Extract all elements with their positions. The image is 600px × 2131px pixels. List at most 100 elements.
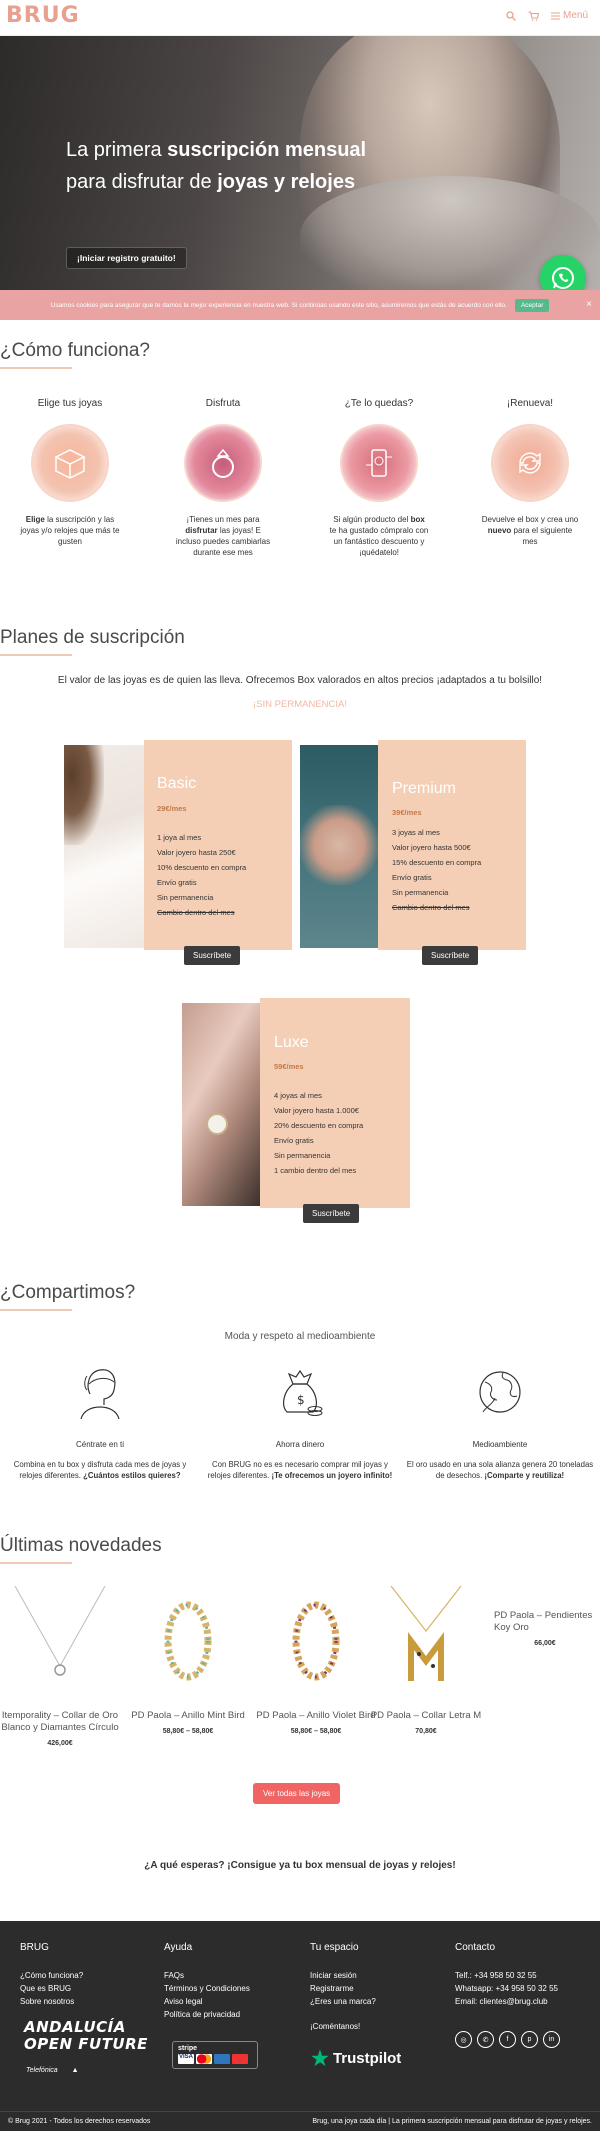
divider (0, 1562, 72, 1564)
footer-link[interactable]: FAQs (164, 1969, 250, 1982)
visa-icon: VISA (178, 2054, 194, 2064)
share-col-text: Con BRUG no es es necesario comprar mil … (205, 1459, 395, 1481)
search-icon[interactable] (506, 10, 516, 21)
subscribe-premium-button[interactable]: Suscríbete (422, 946, 479, 965)
plan-features: 1 joya al mes Valor joyero hasta 250€ 10… (157, 830, 246, 920)
social-links: ◎ ✆ f p in (455, 2031, 560, 2048)
cart-icon[interactable] (528, 10, 539, 21)
product-name[interactable]: PD Paola – Collar Letra M (366, 1710, 486, 1722)
subscribe-basic-button[interactable]: Suscríbete (184, 946, 241, 965)
product-card[interactable]: Itemporality – Collar de Oro Blanco y Di… (0, 1586, 120, 1747)
product-card[interactable]: PD Paola – Anillo Mint Bird 58,80€ – 58,… (128, 1586, 248, 1735)
hero-title-part: para disfrutar de (66, 171, 218, 193)
plan-feature: 4 joyas al mes (274, 1091, 322, 1100)
menu-button[interactable]: Menú (550, 10, 588, 21)
footer-tagline: Brug, una joya cada día | La primera sus… (312, 2118, 592, 2125)
product-image-letter-m[interactable] (366, 1586, 486, 1696)
step-text: Devuelve el box y crea uno nuevo para el… (480, 514, 580, 547)
footer-col-brug: BRUG ¿Cómo funciona? Que es BRUG Sobre n… (20, 1941, 83, 2008)
trustpilot-label: Trustpilot (332, 2050, 402, 2067)
product-name[interactable]: PD Paola – Anillo Violet Bird (256, 1710, 376, 1722)
plan-feature: Sin permanencia (274, 1151, 331, 1160)
product-card[interactable]: PD Paola – Pendientes Koy Oro 66,00€ (490, 1586, 600, 1647)
share-col-bold: ¡Te ofrecemos un joyero infinito! (271, 1471, 393, 1480)
stripe-logo: stripe (178, 2045, 198, 2052)
footer-link[interactable]: Email: clientes@brug.club (455, 1995, 558, 2008)
footer-link[interactable]: Telf.: +34 958 50 32 55 (455, 1969, 558, 1982)
plans-intro: El valor de las joyas es de quien las ll… (57, 675, 543, 686)
subscribe-luxe-button[interactable]: Suscríbete (303, 1204, 360, 1223)
product-price: 66,00€ (534, 1640, 556, 1647)
amex-icon (214, 2054, 230, 2064)
product-image-necklace[interactable] (0, 1586, 120, 1696)
divider (0, 1309, 72, 1311)
cookie-accept-button[interactable]: Aceptar (514, 298, 550, 312)
share-col-text: El oro usado en una sola alianza genera … (405, 1459, 595, 1481)
hero-title-part: La primera (66, 139, 168, 161)
step-card: ¡Renueva! Devuelve el box y crea uno nue… (460, 398, 600, 547)
share-col-bold: ¿Cuántos estilos quieres? (83, 1471, 181, 1480)
pinterest-icon[interactable]: p (521, 2031, 538, 2048)
step-title: Elige tus joyas (37, 398, 103, 409)
plan-feature: 10% descuento en compra (157, 863, 247, 872)
whatsapp-icon (552, 267, 574, 289)
plan-feature-unavailable: Cambio dentro del mes (157, 908, 235, 917)
product-name[interactable]: PD Paola – Pendientes Koy Oro (490, 1610, 600, 1634)
product-price: 58,80€ – 58,80€ (162, 1728, 214, 1735)
instagram-icon[interactable]: ◎ (455, 2031, 472, 2048)
product-image-ring-mint[interactable] (128, 1586, 248, 1696)
step-title: ¿Te lo quedas? (344, 398, 414, 409)
hero-title-bold: suscripción mensual (167, 139, 367, 161)
footer-link[interactable]: Iniciar sesión (310, 1969, 376, 1982)
product-card[interactable]: PD Paola – Anillo Violet Bird 58,80€ – 5… (256, 1586, 376, 1735)
plan-feature: 1 joya al mes (157, 833, 202, 842)
phone-shop-icon (340, 424, 418, 502)
plan-feature: Envío gratis (274, 1136, 314, 1145)
footer-col-contact: Contacto Telf.: +34 958 50 32 55 Whatsap… (455, 1941, 558, 2008)
step-text: ¡Tienes un mes para disfrutar las joyas!… (173, 514, 273, 558)
globe-icon (470, 1362, 530, 1422)
mastercard-icon (196, 2054, 212, 2064)
footer-link[interactable]: Registrarme (310, 1982, 376, 1995)
footer-link[interactable]: ¿Cómo funciona? (20, 1969, 83, 1982)
telefonica-logo: Telefónica (26, 2067, 58, 2074)
product-card[interactable]: PD Paola – Collar Letra M 70,80€ (366, 1586, 486, 1735)
plan-feature: Sin permanencia (392, 888, 449, 897)
hero-banner: La primera suscripción mensual para disf… (0, 36, 600, 290)
footer-link[interactable]: Términos y Condiciones (164, 1982, 250, 1995)
see-all-jewels-button[interactable]: Ver todas las joyas (253, 1783, 341, 1804)
star-icon: ★ (311, 2048, 329, 2070)
plan-feature: Sin permanencia (157, 893, 214, 902)
plan-name: Premium (392, 780, 457, 797)
product-price: 426,00€ (47, 1740, 73, 1747)
step-card: Elige tus joyas Elige la suscripción y l… (0, 398, 140, 547)
share-col-bold: ¡Comparte y reutiliza! (484, 1471, 565, 1480)
footer-link[interactable]: Política de privacidad (164, 2008, 250, 2021)
share-col-title: Céntrate en ti (75, 1440, 125, 1449)
product-name[interactable]: Itemporality – Collar de Oro Blanco y Di… (0, 1710, 120, 1734)
linkedin-icon[interactable]: in (543, 2031, 560, 2048)
footer-link[interactable]: Whatsapp: +34 958 50 32 55 (455, 1982, 558, 1995)
register-button[interactable]: ¡Iniciar registro gratuito! (66, 247, 187, 269)
partner-logos: Telefónica ▲ (26, 2067, 79, 2074)
close-icon[interactable]: × (586, 299, 592, 310)
product-name[interactable]: PD Paola – Anillo Mint Bird (128, 1710, 248, 1722)
whatsapp-icon[interactable]: ✆ (477, 2031, 494, 2048)
how-title: ¿Cómo funciona? (0, 340, 150, 361)
product-image-ring-violet[interactable] (256, 1586, 376, 1696)
footer-col-title: Contacto (455, 1942, 496, 1953)
copyright: © Brug 2021 - Todos los derechos reserva… (8, 2118, 151, 2125)
divider (0, 654, 72, 656)
step-text-body: para el siguiente mes (511, 526, 573, 546)
footer-link[interactable]: Sobre nosotros (20, 1995, 83, 2008)
brand-logo[interactable]: BRUG (6, 3, 80, 28)
footer-link[interactable]: ¿Eres una marca? (310, 1995, 376, 2008)
trustpilot-badge[interactable]: ★ Trustpilot (311, 2046, 401, 2071)
footer-link[interactable]: Que es BRUG (20, 1982, 83, 1995)
plan-luxe-photo (182, 1003, 260, 1206)
footer-link[interactable]: Aviso legal (164, 1995, 250, 2008)
facebook-icon[interactable]: f (499, 2031, 516, 2048)
product-price: 58,80€ – 58,80€ (290, 1728, 342, 1735)
plan-feature: 20% descuento en compra (274, 1121, 364, 1130)
plans-title: Planes de suscripción (0, 627, 185, 648)
